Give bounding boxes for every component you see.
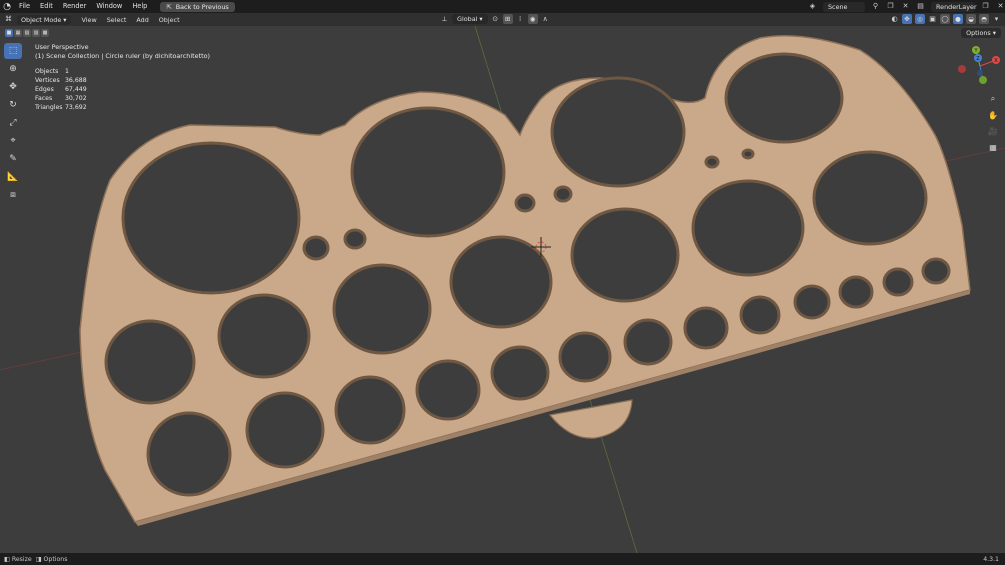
- stat-value: 73,692: [65, 104, 87, 111]
- stat-value: 67,449: [65, 86, 87, 93]
- pin-icon[interactable]: ⚲: [871, 2, 880, 11]
- xray-toggle-icon[interactable]: ▣: [928, 15, 937, 24]
- stat-row: Edges 67,449: [35, 85, 87, 94]
- menu-select[interactable]: Select: [102, 16, 132, 24]
- navigation-gizmo: X Y Z: [958, 46, 1000, 84]
- mouse-right-icon: ◨: [35, 555, 42, 563]
- mode-label: Object Mode: [21, 15, 62, 24]
- proportional-editing-icon[interactable]: ◉: [527, 14, 538, 24]
- menu-view[interactable]: View: [77, 16, 102, 24]
- delete-layer-icon[interactable]: ✕: [996, 2, 1005, 11]
- 3d-viewport[interactable]: X Y Z: [0, 26, 1005, 553]
- mouse-icon: ◧: [4, 555, 10, 563]
- viewport-header: ⌘ Object Mode ▾ View Select Add Object ⟂…: [0, 13, 1005, 26]
- shading-rendered-icon[interactable]: ◓: [979, 14, 989, 24]
- blender-logo-icon[interactable]: ◔: [0, 0, 14, 13]
- camera-view-icon[interactable]: 🎥: [986, 124, 1000, 138]
- options-dropdown[interactable]: Options ▾: [961, 28, 1001, 38]
- back-to-previous-label: Back to Previous: [175, 2, 229, 11]
- select-new-icon[interactable]: ■: [5, 29, 13, 37]
- move-tool-icon[interactable]: ✥: [4, 79, 22, 95]
- menu-edit[interactable]: Edit: [35, 0, 58, 13]
- transform-orientation-icon[interactable]: ⟂: [440, 15, 449, 24]
- menu-help[interactable]: Help: [127, 0, 152, 13]
- select-box-tool-icon[interactable]: ⬚: [4, 43, 22, 59]
- scene-field[interactable]: Scene: [823, 1, 865, 12]
- status-resize-label: Resize: [11, 555, 32, 563]
- stat-row: Vertices 36,688: [35, 76, 87, 85]
- pan-hand-icon[interactable]: ✋: [986, 108, 1000, 122]
- stat-value: 36,688: [65, 77, 87, 84]
- rotate-tool-icon[interactable]: ↻: [4, 97, 22, 113]
- stat-key: Triangles: [35, 104, 63, 111]
- pivot-point-icon[interactable]: ⊙: [491, 15, 500, 24]
- visibility-icon[interactable]: ◐: [890, 15, 899, 24]
- annotate-tool-icon[interactable]: ✎: [4, 151, 22, 167]
- orientation-select[interactable]: Global ▾: [452, 14, 488, 24]
- duplicate-layer-icon[interactable]: ❐: [981, 2, 990, 11]
- svg-text:Z: Z: [976, 56, 980, 62]
- add-cube-tool-icon[interactable]: ⧈: [4, 187, 22, 203]
- transform-tool-icon[interactable]: ⌖: [4, 133, 22, 149]
- snap-toggle-icon[interactable]: ⊞: [502, 14, 513, 24]
- render-layer-field[interactable]: RenderLayer: [931, 1, 977, 12]
- select-extend-icon[interactable]: ▦: [14, 29, 22, 37]
- editor-type-icon[interactable]: ⌘: [4, 15, 13, 24]
- shading-solid-icon[interactable]: ●: [953, 14, 963, 24]
- zoom-icon[interactable]: ⌕: [986, 92, 1000, 106]
- stat-key: Vertices: [35, 77, 60, 84]
- menu-file[interactable]: File: [14, 0, 35, 13]
- menu-object[interactable]: Object: [154, 16, 185, 24]
- shading-options-icon[interactable]: ▾: [992, 15, 1001, 24]
- tool-shelf: ⬚ ⊕ ✥ ↻ ⤢ ⌖ ✎ 📐 ⧈: [4, 43, 24, 203]
- stat-key: Edges: [35, 86, 54, 93]
- collection-label: (1) Scene Collection | Circle ruler (by …: [35, 52, 210, 60]
- menu-window[interactable]: Window: [91, 0, 127, 13]
- back-icon: ⇱: [166, 2, 172, 11]
- stat-value: 30,702: [65, 95, 87, 102]
- scene-statistics: Objects 1 Vertices 36,688 Edges 67,449 Face…: [35, 67, 87, 112]
- cursor-tool-icon[interactable]: ⊕: [4, 61, 22, 77]
- top-bar: ◔ File Edit Render Window Help ⇱ Back to…: [0, 0, 1005, 13]
- menu-add[interactable]: Add: [131, 16, 153, 24]
- duplicate-scene-icon[interactable]: ❐: [886, 2, 895, 11]
- scale-tool-icon[interactable]: ⤢: [4, 115, 22, 131]
- perspective-label: User Perspective: [35, 43, 89, 51]
- navigation-controls: ⌕ ✋ 🎥 ▦: [986, 92, 1000, 154]
- view-layer-icon[interactable]: ▤: [916, 2, 925, 11]
- snap-target-icon[interactable]: ⁞: [516, 15, 525, 24]
- status-options-label: Options: [43, 555, 68, 563]
- ruler-scene: X Y Z: [0, 26, 1005, 553]
- stat-key: Objects: [35, 68, 59, 75]
- delete-scene-icon[interactable]: ✕: [901, 2, 910, 11]
- select-intersect-icon[interactable]: ▩: [41, 29, 49, 37]
- selection-mode-buttons: ■ ▦ ▧ ▨ ▩: [5, 29, 49, 37]
- stat-row: Triangles 73,692: [35, 103, 87, 112]
- viewport-info: User Perspective (1) Scene Collection | …: [35, 43, 210, 61]
- options-label: Options: [966, 29, 991, 37]
- select-subtract-icon[interactable]: ▧: [23, 29, 31, 37]
- mode-select[interactable]: Object Mode ▾: [17, 14, 71, 25]
- shading-material-icon[interactable]: ◒: [966, 14, 976, 24]
- svg-text:X: X: [994, 58, 998, 64]
- measure-tool-icon[interactable]: 📐: [4, 169, 22, 185]
- falloff-icon[interactable]: ∧: [541, 15, 550, 24]
- stat-row: Faces 30,702: [35, 94, 87, 103]
- stat-value: 1: [65, 68, 69, 75]
- status-resize: ◧ Resize: [4, 556, 32, 563]
- perspective-toggle-icon[interactable]: ▦: [986, 140, 1000, 154]
- stat-key: Faces: [35, 95, 53, 102]
- select-invert-icon[interactable]: ▨: [32, 29, 40, 37]
- status-options: ◨ Options: [36, 556, 68, 563]
- scene-icon[interactable]: ◈: [808, 2, 817, 11]
- menu-render[interactable]: Render: [58, 0, 91, 13]
- back-to-previous-button[interactable]: ⇱ Back to Previous: [160, 1, 235, 12]
- orientation-label: Global: [457, 15, 478, 23]
- status-bar: ◧ Resize ◨ Options 4.3.1: [0, 553, 1005, 565]
- overlay-toggle-icon[interactable]: ◎: [915, 14, 925, 24]
- shading-wireframe-icon[interactable]: ◯: [940, 14, 950, 24]
- gizmo-toggle-icon[interactable]: ✥: [902, 14, 912, 24]
- version-label: 4.3.1: [983, 555, 999, 563]
- stat-row: Objects 1: [35, 67, 87, 76]
